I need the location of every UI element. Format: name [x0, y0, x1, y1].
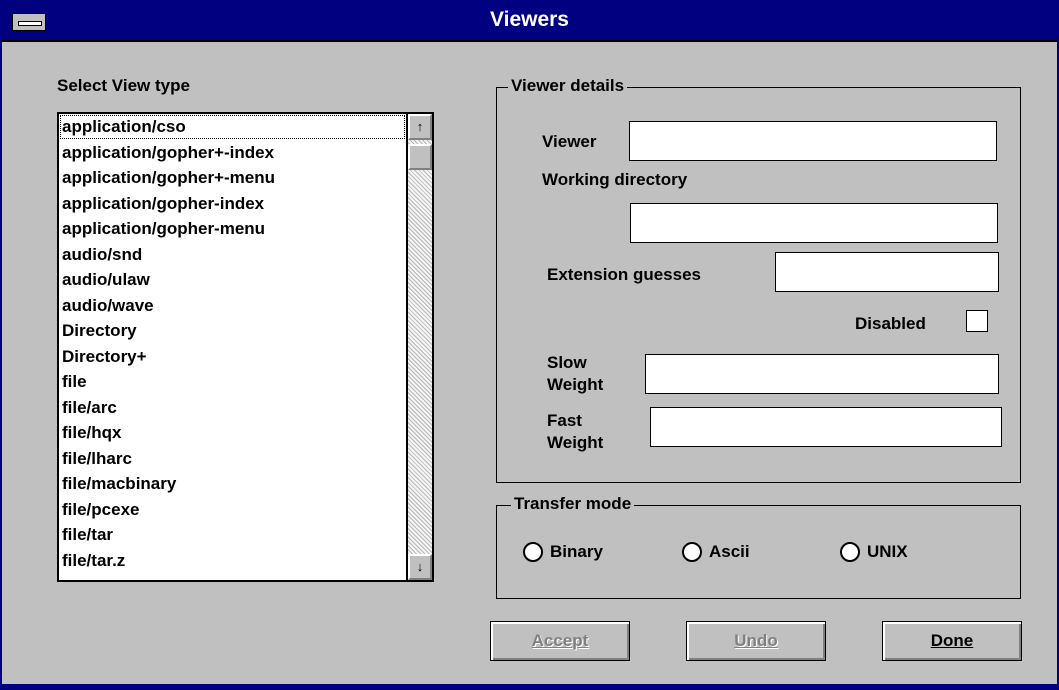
undo-button-label: Undo — [734, 631, 778, 650]
list-item[interactable]: Directory — [59, 318, 406, 344]
list-item[interactable]: audio/snd — [59, 242, 406, 268]
radio-binary[interactable] — [523, 542, 543, 562]
working-directory-field[interactable] — [630, 203, 998, 243]
title-bar: Viewers — [2, 0, 1057, 42]
extension-guesses-field[interactable] — [775, 252, 999, 292]
done-button-label: Done — [930, 631, 974, 650]
viewers-dialog: Viewers Select View type application/cso… — [0, 0, 1059, 690]
fast-weight-label: Fast Weight — [547, 410, 603, 454]
fast-weight-field[interactable] — [650, 407, 1002, 447]
list-item[interactable]: application/gopher+-menu — [59, 165, 406, 191]
list-item[interactable]: Directory+ — [59, 344, 406, 370]
list-item[interactable]: application/gopher-menu — [59, 216, 406, 242]
accept-button[interactable]: Accept — [490, 621, 630, 661]
list-item[interactable]: file/pcexe — [59, 497, 406, 523]
list-item[interactable]: audio/wave — [59, 293, 406, 319]
list-item[interactable]: application/cso — [59, 114, 406, 140]
slow-weight-label-line1: Slow — [547, 353, 587, 372]
list-item[interactable]: file/lharc — [59, 446, 406, 472]
view-type-listbox[interactable]: application/cso application/gopher+-index… — [57, 112, 434, 582]
radio-ascii[interactable] — [682, 542, 702, 562]
fast-weight-label-line2: Weight — [547, 433, 604, 452]
extension-guesses-label: Extension guesses — [547, 265, 702, 284]
viewer-label: Viewer — [542, 132, 597, 151]
list-item[interactable]: file/macbinary — [59, 471, 406, 497]
scroll-up-button[interactable]: ↑ — [408, 114, 432, 140]
radio-unix[interactable] — [840, 542, 860, 562]
slow-weight-label-line2: Weight — [547, 375, 604, 394]
scroll-down-button[interactable]: ↓ — [408, 554, 432, 580]
disabled-label: Disabled — [855, 314, 926, 333]
list-item[interactable]: application/gopher+-index — [59, 140, 406, 166]
radio-binary-label: Binary — [550, 542, 603, 561]
list-item[interactable]: file/tar — [59, 522, 406, 548]
done-button[interactable]: Done — [882, 621, 1022, 661]
scroll-thumb[interactable] — [408, 144, 432, 170]
list-item[interactable]: application/gopher-index — [59, 191, 406, 217]
fast-weight-label-line1: Fast — [547, 411, 582, 430]
list-item[interactable]: file/hqx — [59, 420, 406, 446]
arrow-down-icon: ↓ — [416, 559, 424, 574]
list-item[interactable]: file — [59, 369, 406, 395]
window-title: Viewers — [489, 8, 569, 31]
list-item[interactable]: file/arc — [59, 395, 406, 421]
minus-icon — [18, 21, 42, 26]
undo-button[interactable]: Undo — [686, 621, 826, 661]
viewer-field[interactable] — [629, 121, 997, 161]
list-item[interactable]: file/tar.z — [59, 548, 406, 574]
working-directory-label: Working directory — [542, 170, 688, 189]
accept-button-label: Accept — [531, 631, 589, 650]
disabled-checkbox[interactable] — [966, 310, 988, 332]
list-item[interactable]: audio/ulaw — [59, 267, 406, 293]
list-scrollbar[interactable]: ↑ ↓ — [406, 114, 432, 580]
arrow-up-icon: ↑ — [416, 119, 424, 134]
view-type-label: Select View type — [57, 76, 190, 95]
transfer-mode-label: Transfer mode — [511, 494, 635, 514]
radio-unix-label: UNIX — [867, 542, 908, 561]
slow-weight-label: Slow Weight — [547, 352, 603, 396]
radio-ascii-label: Ascii — [709, 542, 750, 561]
viewer-details-label: Viewer details — [508, 76, 628, 96]
view-type-list[interactable]: application/cso application/gopher+-index… — [59, 114, 406, 580]
system-menu-button[interactable] — [12, 13, 46, 31]
slow-weight-field[interactable] — [645, 354, 999, 394]
